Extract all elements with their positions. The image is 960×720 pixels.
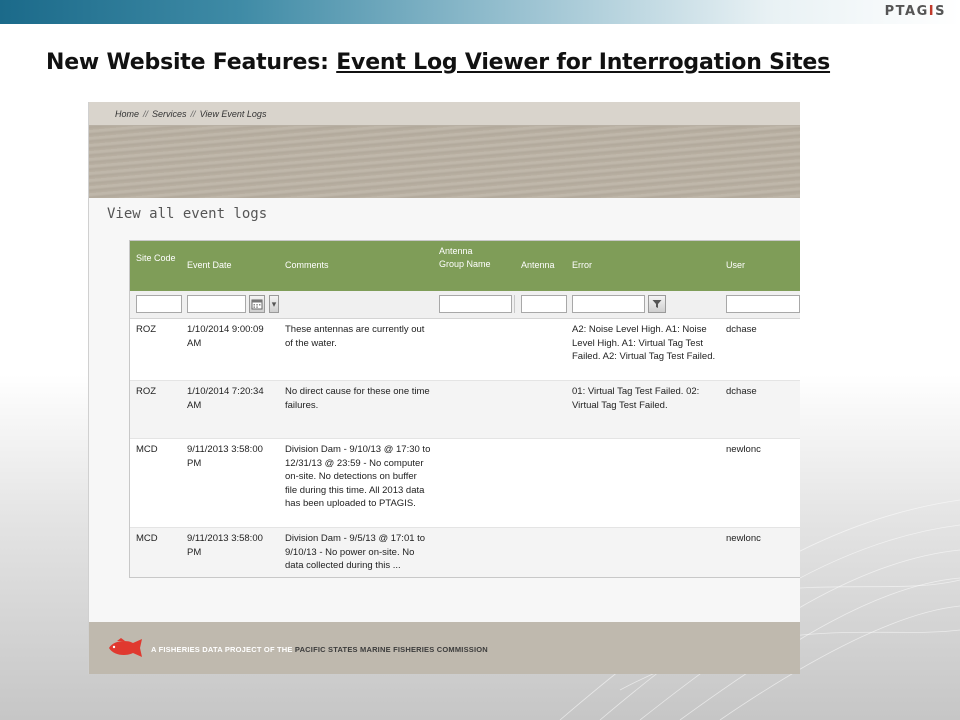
cell-site-code: MCD [136,533,158,544]
breadcrumb-view-event-logs[interactable]: View Event Logs [200,109,267,119]
cell-comments: These antennas are currently out of the … [285,324,425,349]
cell-user: newlonc [726,533,761,544]
page-heading: View all event logs [107,206,268,222]
cell-comments: Division Dam - 9/10/13 @ 17:30 to 12/31/… [285,444,431,509]
filter-divider [514,295,515,313]
page-body: View all event logs Site Code Event Date… [89,198,800,622]
user-filter-input[interactable] [726,295,800,313]
event-date-filter-input[interactable] [187,295,246,313]
site-footer: A FISHERIES DATA PROJECT OF THE PACIFIC … [89,622,800,674]
column-header-error[interactable]: Error [572,259,672,272]
cell-error: 01: Virtual Tag Test Failed. 02: Virtual… [572,386,700,411]
cell-event-date: 9/11/2013 3:58:00 PM [187,444,263,469]
column-header-antenna[interactable]: Antenna [521,259,571,272]
slide-title: New Website Features: Event Log Viewer f… [46,50,830,75]
grid-header-row: Site Code Event Date Comments Antenna Gr… [130,241,800,291]
site-banner: Home //Services// View Event Logs [89,102,800,198]
breadcrumb-services[interactable]: Services [152,109,187,119]
column-header-user[interactable]: User [726,259,786,272]
breadcrumb-separator: // [143,109,149,119]
calendar-icon[interactable] [249,295,265,313]
column-header-comments[interactable]: Comments [285,259,385,272]
footer-text: A FISHERIES DATA PROJECT OF THE PACIFIC … [151,645,488,654]
cell-user: newlonc [726,444,761,455]
breadcrumb-home[interactable]: Home [115,109,139,119]
fish-logo-icon [109,638,142,657]
site-code-filter-input[interactable] [136,295,182,313]
cell-site-code: ROZ [136,386,157,397]
cell-error: A2: Noise Level High. A1: Noise Level Hi… [572,324,716,362]
column-header-event-date[interactable]: Event Date [187,259,277,272]
table-row[interactable]: ROZ 1/10/2014 9:00:09 AM These antennas … [130,319,800,381]
slide-top-band [0,0,960,24]
cell-event-date: 1/10/2014 7:20:34 AM [187,386,264,411]
cell-event-date: 1/10/2014 9:00:09 AM [187,324,264,349]
breadcrumb-separator: // [190,109,196,119]
table-row[interactable]: MCD 9/11/2013 3:58:00 PM Division Dam - … [130,439,800,528]
column-header-site-code[interactable]: Site Code [136,252,176,265]
cell-comments: Division Dam - 9/5/13 @ 17:01 to 9/10/13… [285,533,426,571]
cell-user: dchase [726,324,757,335]
antenna-group-filter-input[interactable] [439,295,512,313]
breadcrumb: Home //Services// View Event Logs [115,109,270,119]
column-header-antenna-group-name[interactable]: Antenna Group Name [439,245,491,271]
slide-title-prefix: New Website Features: [46,50,337,75]
event-date-filter-menu-button[interactable]: ▾ [269,295,279,313]
filter-icon[interactable] [648,295,666,313]
ptagis-logo: PTAGIS [884,4,946,19]
footer-org-link[interactable]: PACIFIC STATES MARINE FISHERIES COMMISSI… [295,645,488,654]
filter-row: ▾ [130,291,800,319]
event-log-grid: Site Code Event Date Comments Antenna Gr… [129,240,800,578]
event-log-screenshot: Home //Services// View Event Logs View all… [88,102,800,674]
filter-arrow-icon: ▾ [271,299,277,309]
table-row[interactable]: ROZ 1/10/2014 7:20:34 AM No direct cause… [130,381,800,439]
slide-title-underlined: Event Log Viewer for Interrogation Sites [336,50,831,75]
breadcrumb-bar: Home //Services// View Event Logs [89,102,800,126]
cell-comments: No direct cause for these one time failu… [285,386,430,411]
cell-site-code: ROZ [136,324,157,335]
antenna-filter-input[interactable] [521,295,567,313]
footer-prefix: A FISHERIES DATA PROJECT OF THE [151,645,293,654]
table-row[interactable]: MCD 9/11/2013 3:58:00 PM Division Dam - … [130,528,800,577]
cell-user: dchase [726,386,757,397]
cell-event-date: 9/11/2013 3:58:00 PM [187,533,263,558]
cell-site-code: MCD [136,444,158,455]
error-filter-input[interactable] [572,295,645,313]
